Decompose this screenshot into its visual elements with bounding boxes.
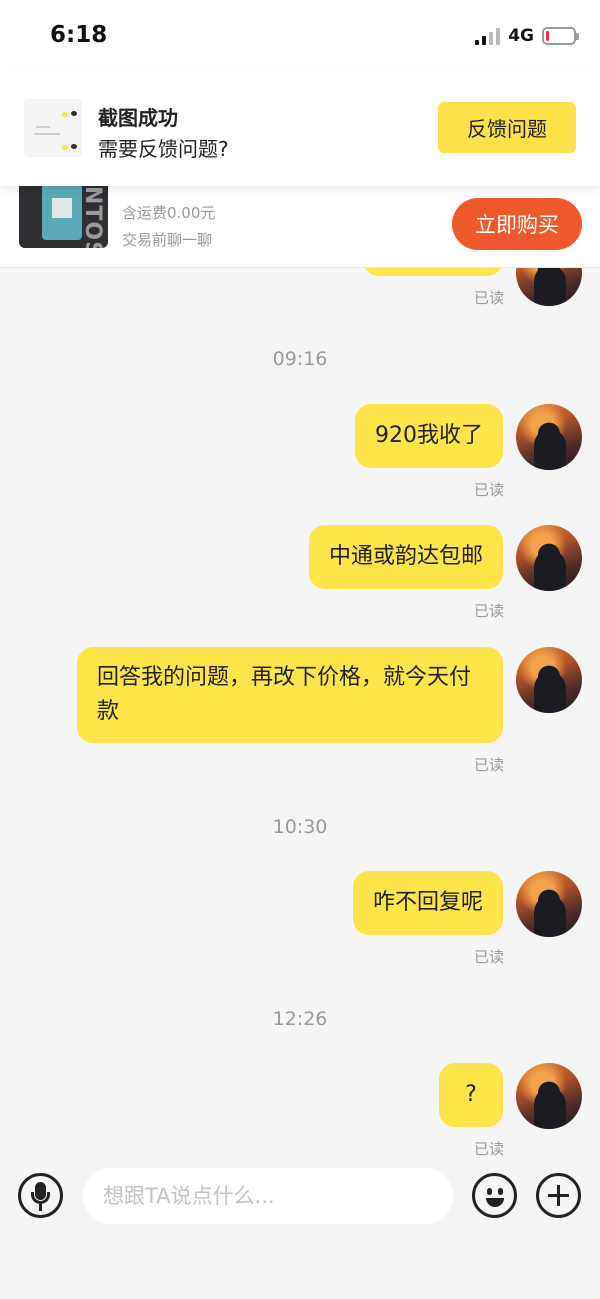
avatar[interactable] (516, 525, 582, 591)
message-bubble-previous[interactable] (363, 268, 503, 276)
time-separator: 12:26 (272, 1008, 328, 1030)
message-input[interactable] (83, 1168, 453, 1224)
status-bar: 6:18 4G (0, 0, 600, 72)
signal-icon (475, 27, 501, 45)
status-indicators: 4G (475, 26, 579, 46)
product-chat-hint: 交易前聊一聊 (122, 231, 213, 249)
read-status: 已读 (473, 481, 504, 499)
time-separator: 09:16 (272, 348, 328, 370)
message-row: 中通或韵达包邮 (308, 525, 582, 591)
feedback-title: 截图成功 (98, 106, 178, 130)
product-shipping: 含运费0.00元 (122, 204, 216, 222)
plus-icon[interactable] (536, 1173, 581, 1218)
product-bar: NTOSP 含运费0.00元 交易前聊一聊 立即购买 (0, 180, 600, 268)
avatar[interactable] (516, 871, 582, 937)
message-bubble[interactable]: 咋不回复呢 (352, 871, 503, 935)
read-status: 已读 (473, 1140, 504, 1158)
emoji-icon[interactable] (472, 1173, 517, 1218)
input-bar (0, 1160, 600, 1299)
battery-icon (542, 27, 579, 45)
feedback-button[interactable]: 反馈问题 (438, 102, 576, 153)
avatar[interactable] (516, 647, 582, 713)
screenshot-feedback-banner: 截图成功 需要反馈问题? 反馈问题 (0, 72, 600, 186)
message-row-previous (363, 268, 582, 306)
buy-now-button[interactable]: 立即购买 (452, 198, 582, 250)
chat-area[interactable]: 已读 09:16 920我收了 已读 中通或韵达包邮 已读 回答我的问题，再改下… (0, 268, 600, 1160)
product-brand-text: NTOSP (80, 186, 105, 248)
message-bubble[interactable]: 回答我的问题，再改下价格，就今天付款 (77, 647, 503, 743)
message-bubble[interactable]: 中通或韵达包邮 (308, 525, 503, 589)
message-bubble[interactable]: ? (439, 1063, 503, 1127)
read-status: 已读 (473, 602, 504, 620)
read-status: 已读 (473, 756, 504, 774)
microphone-icon[interactable] (18, 1173, 63, 1218)
message-row: 咋不回复呢 (352, 871, 582, 937)
status-time: 6:18 (50, 22, 108, 48)
product-screen-image (42, 184, 82, 240)
screenshot-thumbnail[interactable] (24, 99, 82, 157)
network-type: 4G (508, 26, 534, 46)
time-separator: 10:30 (272, 816, 328, 838)
feedback-subtitle: 需要反馈问题? (98, 137, 229, 161)
battery-level (546, 31, 549, 41)
message-row: 回答我的问题，再改下价格，就今天付款 (77, 647, 582, 743)
avatar[interactable] (516, 1063, 582, 1129)
message-row: ? (439, 1063, 582, 1129)
avatar[interactable] (516, 268, 582, 306)
product-thumbnail[interactable]: NTOSP (19, 180, 108, 248)
read-status: 已读 (473, 948, 504, 966)
read-status: 已读 (473, 289, 504, 307)
message-row: 920我收了 (355, 404, 582, 470)
message-bubble[interactable]: 920我收了 (355, 404, 503, 468)
avatar[interactable] (516, 404, 582, 470)
